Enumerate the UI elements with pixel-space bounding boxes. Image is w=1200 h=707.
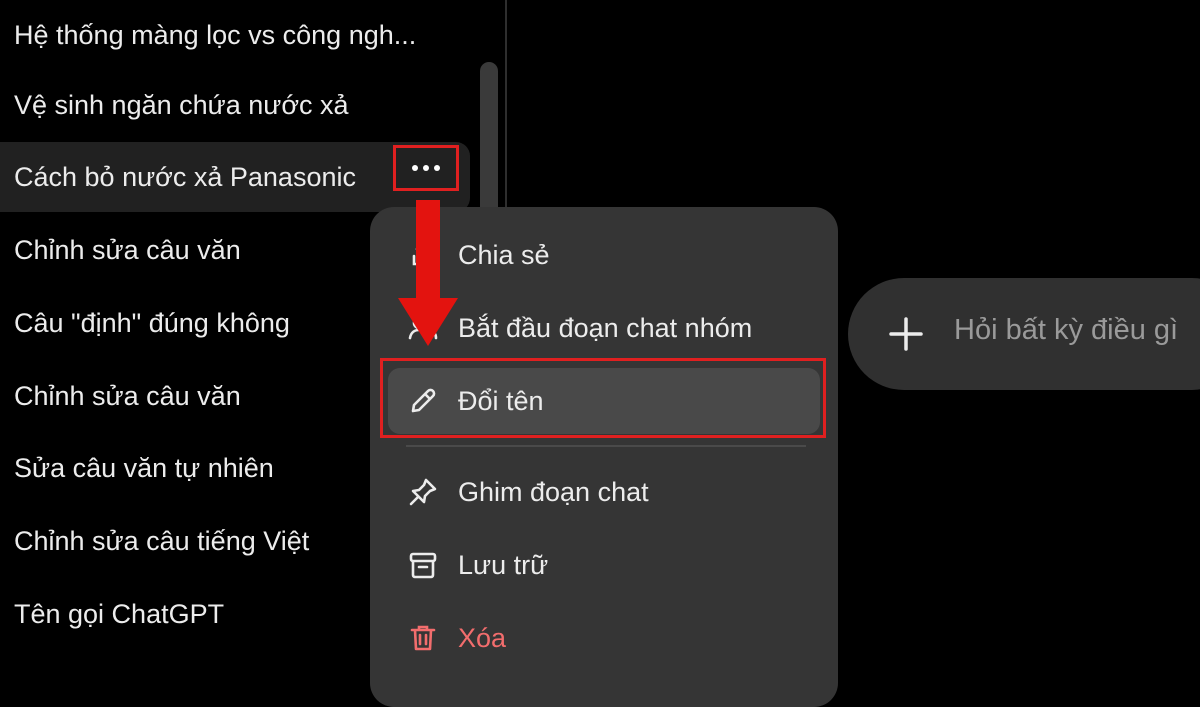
menu-item-label: Lưu trữ xyxy=(458,549,549,580)
pin-icon xyxy=(406,475,440,509)
menu-item-archive[interactable]: Lưu trữ xyxy=(388,532,820,598)
chat-item-title: Câu "định" đúng không xyxy=(14,307,290,338)
menu-item-label: Ghim đoạn chat xyxy=(458,476,649,507)
menu-item-label: Bắt đầu đoạn chat nhóm xyxy=(458,312,753,343)
menu-item-pin[interactable]: Ghim đoạn chat xyxy=(388,459,820,525)
archive-icon xyxy=(406,548,440,582)
chat-context-menu: Chia sẻ Bắt đầu đoạn chat nhóm Đổi tên G… xyxy=(370,207,838,707)
more-icon-dot xyxy=(412,165,418,171)
menu-item-label: Xóa xyxy=(458,622,507,653)
menu-item-label: Chia sẻ xyxy=(458,239,550,270)
chat-item-title: Chỉnh sửa câu văn xyxy=(14,380,241,411)
plus-icon[interactable] xyxy=(886,314,926,354)
annotation-arrow-head xyxy=(398,298,458,346)
trash-icon xyxy=(406,621,440,655)
message-composer: Hỏi bất kỳ điều gì xyxy=(848,278,1200,390)
chat-item-title: Chỉnh sửa câu tiếng Việt xyxy=(14,525,310,556)
composer-input[interactable]: Hỏi bất kỳ điều gì xyxy=(954,314,1178,347)
chat-item-title: Cách bỏ nước xả Panasonic xyxy=(14,161,356,192)
chat-item-title: Chỉnh sửa câu văn xyxy=(14,234,241,265)
chat-item-title: Tên gọi ChatGPT xyxy=(14,598,225,629)
annotation-arrow-icon xyxy=(416,200,440,300)
chat-item-title: Hệ thống màng lọc vs công ngh... xyxy=(14,19,417,50)
menu-item-delete[interactable]: Xóa xyxy=(388,605,820,671)
menu-divider xyxy=(406,445,806,447)
chat-item-title: Sửa câu văn tự nhiên xyxy=(14,452,274,483)
more-icon-dot xyxy=(423,165,429,171)
chat-options-button[interactable] xyxy=(393,145,459,191)
chat-item[interactable]: Vệ sinh ngăn chứa nước xả xyxy=(0,70,470,140)
chat-item-title: Vệ sinh ngăn chứa nước xả xyxy=(14,89,349,120)
annotation-highlight-box xyxy=(380,358,826,438)
more-icon-dot xyxy=(434,165,440,171)
chat-item[interactable]: Hệ thống màng lọc vs công ngh... xyxy=(0,0,470,70)
menu-item-share[interactable]: Chia sẻ xyxy=(388,222,820,288)
